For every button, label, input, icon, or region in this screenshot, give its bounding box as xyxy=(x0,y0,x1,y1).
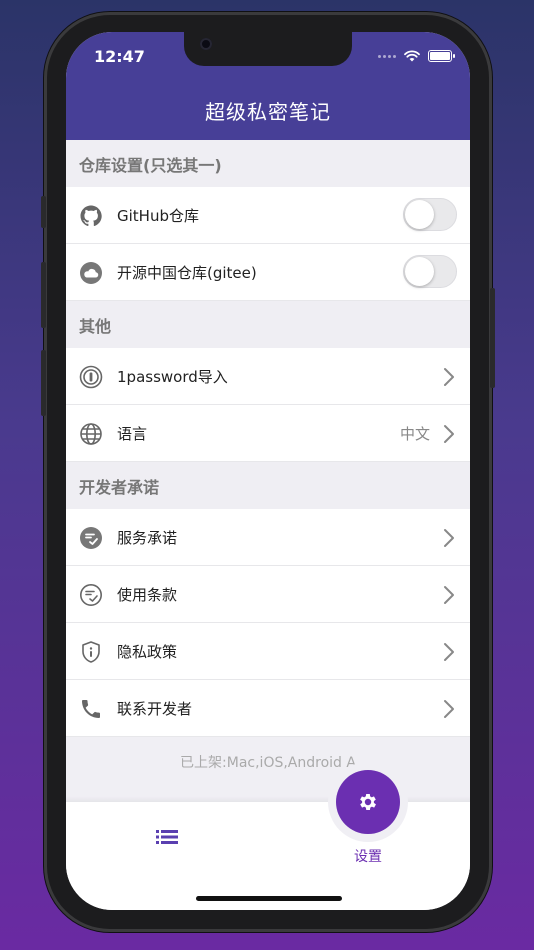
row-1password-import[interactable]: 1password导入 xyxy=(66,348,470,405)
row-gitee-repo[interactable]: 开源中国仓库(gitee) xyxy=(66,244,470,301)
chevron-right-icon xyxy=(444,700,454,718)
service-icon xyxy=(80,527,102,549)
chevron-right-icon xyxy=(444,425,454,443)
toggle-knob xyxy=(405,200,434,229)
row-contact-developer[interactable]: 联系开发者 xyxy=(66,680,470,737)
row-label: 使用条款 xyxy=(117,585,178,604)
chevron-right-icon xyxy=(444,529,454,547)
tab-bar xyxy=(66,802,470,910)
privacy-shield-icon xyxy=(82,641,100,663)
github-toggle[interactable] xyxy=(403,198,457,231)
phone-icon xyxy=(82,700,100,718)
row-label: 联系开发者 xyxy=(117,699,193,718)
app-screen: 12:47 超级私密笔记 仓库设置(只选其一) GitHub仓库 开源中国仓库(… xyxy=(66,32,470,910)
signal-icon xyxy=(378,54,396,58)
list-icon[interactable] xyxy=(156,829,178,845)
settings-list: 仓库设置(只选其一) GitHub仓库 开源中国仓库(gitee) 其他 1pa… xyxy=(66,140,470,737)
row-service-promise[interactable]: 服务承诺 xyxy=(66,509,470,566)
mute-switch xyxy=(41,196,46,228)
globe-icon xyxy=(80,423,102,445)
power-button xyxy=(490,288,495,388)
gitee-toggle[interactable] xyxy=(403,255,457,288)
row-language[interactable]: 语言 中文 xyxy=(66,405,470,462)
section-title-repo: 仓库设置(只选其一) xyxy=(66,140,470,187)
battery-icon xyxy=(428,50,455,62)
github-icon xyxy=(80,205,102,227)
gear-icon xyxy=(360,794,376,810)
row-label: 隐私政策 xyxy=(117,642,178,661)
row-github-repo[interactable]: GitHub仓库 xyxy=(66,187,470,244)
row-label: 语言 xyxy=(117,424,148,443)
row-label: GitHub仓库 xyxy=(117,206,199,225)
1password-icon xyxy=(79,365,103,389)
front-camera xyxy=(200,38,212,50)
page-title: 超级私密笔记 xyxy=(205,100,331,124)
volume-down-button xyxy=(41,350,46,416)
tab-settings-label[interactable]: 设置 xyxy=(336,846,400,866)
home-indicator xyxy=(196,896,342,901)
chevron-right-icon xyxy=(444,643,454,661)
terms-icon xyxy=(80,584,102,606)
row-label: 开源中国仓库(gitee) xyxy=(117,263,257,282)
section-title-developer: 开发者承诺 xyxy=(66,462,470,509)
volume-up-button xyxy=(41,262,46,328)
wifi-icon xyxy=(404,50,420,62)
section-title-other: 其他 xyxy=(66,301,470,348)
cloud-icon xyxy=(80,262,102,284)
toggle-knob xyxy=(405,257,434,286)
chevron-right-icon xyxy=(444,586,454,604)
notch xyxy=(184,32,352,66)
row-terms-of-use[interactable]: 使用条款 xyxy=(66,566,470,623)
row-label: 1password导入 xyxy=(117,367,228,386)
row-privacy-policy[interactable]: 隐私政策 xyxy=(66,623,470,680)
status-icons xyxy=(378,50,455,62)
settings-tab-button[interactable] xyxy=(336,770,400,834)
platforms-text: 已上架:Mac,iOS,Android A xyxy=(180,755,356,771)
row-label: 服务承诺 xyxy=(117,528,178,547)
status-time: 12:47 xyxy=(94,47,145,66)
language-value: 中文 xyxy=(399,424,430,443)
chevron-right-icon xyxy=(444,368,454,386)
